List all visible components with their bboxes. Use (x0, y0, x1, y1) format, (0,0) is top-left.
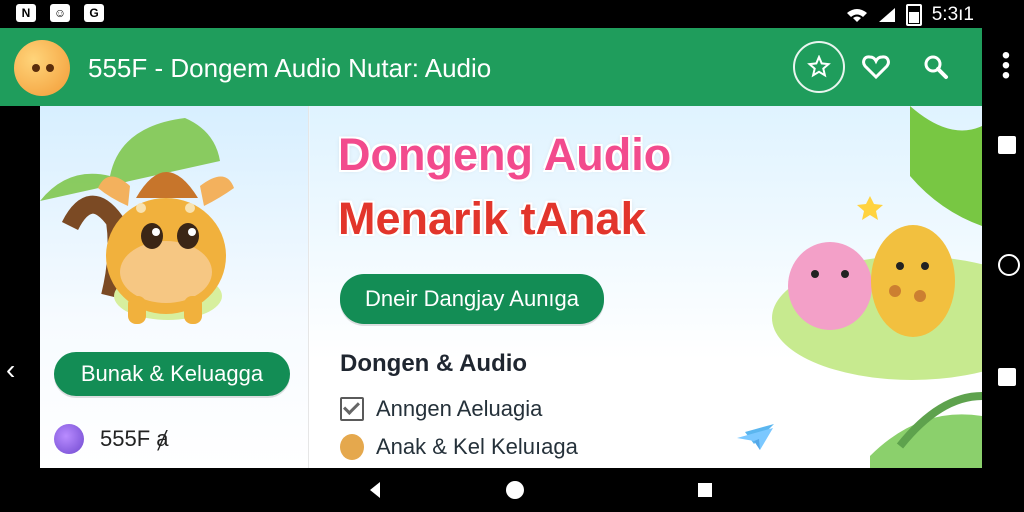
favorite-star-button[interactable] (793, 41, 845, 93)
back-triangle-icon (370, 482, 380, 498)
favorite-heart-button[interactable] (850, 41, 902, 93)
status-right-area: 5:3ı1 (846, 4, 974, 26)
recent-apps-button[interactable] (690, 475, 720, 505)
left-small-row: 555F ⱥ (54, 424, 169, 454)
app-window: 555F - Dongem Audio Nutar: Audio ‹ Bunak… (0, 28, 982, 468)
dragon-icon (54, 424, 84, 454)
headline-line-2: Menarik tAnak (338, 193, 646, 244)
overflow-menu-icon[interactable]: • • • (996, 44, 1016, 88)
star-icon (807, 55, 831, 78)
home-circle-icon (506, 481, 524, 499)
section-title: Dongen & Audio (340, 350, 528, 377)
signal-icon (878, 8, 895, 22)
app-title: 555F - Dongem Audio Nutar: Audio (88, 53, 492, 83)
navigation-bar (0, 468, 1024, 512)
circle-icon[interactable] (998, 254, 1020, 276)
checkbox-row[interactable]: Anngen Aeluagia (340, 396, 542, 422)
download-story-button[interactable]: Dneir Dangjay Aunıga (340, 274, 604, 324)
left-edge: ‹ (0, 106, 40, 468)
paper-plane-icon (737, 428, 773, 450)
square-icon[interactable] (998, 368, 1016, 386)
chevron-left-icon: ‹ (6, 354, 16, 385)
search-icon (924, 55, 948, 79)
status-left-icons: N ☺ G (16, 4, 104, 22)
bear-icon (340, 434, 364, 460)
checkbox-label: Anngen Aeluagia (376, 396, 543, 421)
notification-icon: N (16, 4, 36, 22)
heart-icon (862, 55, 890, 80)
notification-icon: ☺ (50, 4, 70, 22)
side-system-bar (990, 28, 1024, 468)
list-item-label: Anak & Kel Keluıaga (376, 434, 578, 459)
back-button[interactable] (360, 475, 390, 505)
time-text: 5:3ı1 (931, 4, 974, 25)
square-icon[interactable] (998, 136, 1016, 154)
battery-icon (905, 4, 922, 26)
wifi-icon (846, 9, 867, 22)
recent-square-icon (698, 483, 712, 497)
app-logo-icon (14, 40, 70, 96)
list-item-row[interactable]: Anak & Kel Keluıaga (340, 434, 578, 460)
home-button[interactable] (500, 475, 530, 505)
notification-icon: G (84, 4, 104, 22)
left-panel: Bunak & Keluagga 555F ⱥ (40, 106, 309, 468)
headline-line-1: Dongeng Audio (338, 129, 672, 180)
search-button[interactable] (910, 41, 962, 93)
family-button[interactable]: Bunak & Keluagga (54, 352, 290, 396)
left-small-label: 555F ⱥ (100, 426, 169, 451)
status-bar: N ☺ G 5:3ı1 (0, 0, 1024, 28)
app-header: 555F - Dongem Audio Nutar: Audio (0, 28, 982, 106)
main-content: ‹ Bunak & Keluagga 555F ⱥ Dongeng Audio … (0, 106, 982, 468)
right-panel: Dongeng Audio Menarik tAnak Dneir Dangja… (310, 106, 982, 468)
checkbox-icon[interactable] (340, 397, 364, 421)
giraffe-illustration (40, 118, 234, 324)
